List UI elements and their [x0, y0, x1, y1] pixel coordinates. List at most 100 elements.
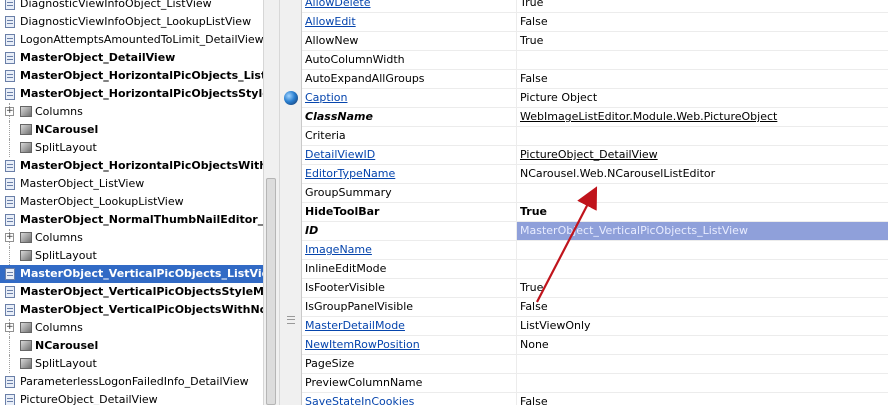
- property-name[interactable]: EditorTypeName: [305, 165, 513, 183]
- property-row[interactable]: ID MasterObject_VerticalPicObjects_ListVi…: [302, 222, 888, 241]
- property-row[interactable]: AllowEdit False: [302, 13, 888, 32]
- property-name[interactable]: Caption: [305, 89, 513, 107]
- tree-item[interactable]: MasterObject_VerticalPicObjectsWithNoI..…: [0, 301, 263, 319]
- tree-item[interactable]: MasterObject_HorizontalPicObjects_List..…: [0, 67, 263, 85]
- panel-splitter[interactable]: [279, 0, 302, 405]
- property-row[interactable]: ImageName: [302, 241, 888, 260]
- property-value[interactable]: False: [516, 298, 888, 316]
- property-value[interactable]: [516, 260, 888, 278]
- tree-item-label: MasterObject_HorizontalPicObjectsStyle..…: [20, 87, 263, 100]
- view-document-icon: [5, 304, 15, 316]
- property-row[interactable]: AutoExpandAllGroups False: [302, 70, 888, 89]
- tree-item[interactable]: DiagnosticViewInfoObject_ListView: [0, 0, 263, 13]
- property-row[interactable]: PageSize: [302, 355, 888, 374]
- model-tree[interactable]: DiagnosticViewInfoObject_ListView Diagnos…: [0, 0, 263, 405]
- tree-item[interactable]: + Columns: [0, 103, 263, 121]
- property-row[interactable]: PreviewColumnName: [302, 374, 888, 393]
- property-name[interactable]: ImageName: [305, 241, 513, 259]
- view-document-icon: [5, 0, 15, 10]
- property-name[interactable]: SaveStateInCookies: [305, 393, 513, 405]
- tree-item[interactable]: PictureObject_DetailView: [0, 391, 263, 405]
- tree-item-label: Columns: [35, 321, 83, 334]
- property-row[interactable]: NewItemRowPosition None: [302, 336, 888, 355]
- tree-item[interactable]: + Columns: [0, 229, 263, 247]
- property-name[interactable]: DetailViewID: [305, 146, 513, 164]
- property-name: AutoExpandAllGroups: [305, 72, 425, 85]
- property-value[interactable]: Picture Object: [516, 89, 888, 107]
- expand-icon[interactable]: +: [5, 107, 14, 116]
- tree-item[interactable]: MasterObject_HorizontalPicObjectsStyle..…: [0, 85, 263, 103]
- property-name: InlineEditMode: [305, 262, 387, 275]
- tree-item[interactable]: SplitLayout: [0, 355, 263, 373]
- property-name[interactable]: MasterDetailMode: [305, 317, 513, 335]
- tree-item[interactable]: DiagnosticViewInfoObject_LookupListView: [0, 13, 263, 31]
- property-row[interactable]: Criteria: [302, 127, 888, 146]
- view-document-icon: [5, 88, 15, 100]
- property-row[interactable]: EditorTypeName NCarousel.Web.NCarouselLis…: [302, 165, 888, 184]
- property-value[interactable]: PictureObject_DetailView: [516, 146, 888, 164]
- property-name[interactable]: AllowEdit: [305, 13, 513, 31]
- property-value[interactable]: [516, 127, 888, 145]
- property-name[interactable]: AllowDelete: [305, 0, 513, 12]
- property-row[interactable]: AutoColumnWidth: [302, 51, 888, 70]
- tree-item[interactable]: MasterObject_ListView: [0, 175, 263, 193]
- property-row[interactable]: HideToolBar True: [302, 203, 888, 222]
- property-value[interactable]: True: [516, 203, 888, 221]
- property-row[interactable]: Caption Picture Object: [302, 89, 888, 108]
- localization-globe-icon[interactable]: [284, 91, 298, 105]
- property-row[interactable]: GroupSummary: [302, 184, 888, 203]
- view-document-icon: [5, 214, 15, 226]
- property-name: HideToolBar: [305, 205, 380, 218]
- property-row[interactable]: InlineEditMode: [302, 260, 888, 279]
- tree-item[interactable]: + Columns: [0, 319, 263, 337]
- property-row[interactable]: DetailViewID PictureObject_DetailView: [302, 146, 888, 165]
- scrollbar-thumb[interactable]: [266, 178, 276, 405]
- property-value[interactable]: None: [516, 336, 888, 354]
- property-value[interactable]: [516, 355, 888, 373]
- property-value[interactable]: True: [516, 279, 888, 297]
- property-value[interactable]: ListViewOnly: [516, 317, 888, 335]
- property-row[interactable]: AllowNew True: [302, 32, 888, 51]
- property-value[interactable]: [516, 51, 888, 69]
- property-value[interactable]: MasterObject_VerticalPicObjects_ListView: [516, 222, 888, 240]
- property-value[interactable]: True: [516, 0, 888, 12]
- tree-vertical-scrollbar[interactable]: [263, 0, 279, 405]
- tree-item-label: MasterObject_NormalThumbNailEditor_L...: [20, 213, 263, 226]
- expand-icon[interactable]: +: [5, 233, 14, 242]
- tree-item[interactable]: MasterObject_DetailView: [0, 49, 263, 67]
- tree-item[interactable]: MasterObject_VerticalPicObjectsStyleM...: [0, 283, 263, 301]
- tree-item[interactable]: NCarousel: [0, 121, 263, 139]
- tree-item[interactable]: SplitLayout: [0, 247, 263, 265]
- property-name[interactable]: NewItemRowPosition: [305, 336, 513, 354]
- property-name: Criteria: [305, 129, 346, 142]
- property-value[interactable]: False: [516, 70, 888, 88]
- property-value[interactable]: NCarousel.Web.NCarouselListEditor: [516, 165, 888, 183]
- property-row[interactable]: IsFooterVisible True: [302, 279, 888, 298]
- tree-item[interactable]: LogonAttemptsAmountedToLimit_DetailView: [0, 31, 263, 49]
- tree-item[interactable]: MasterObject_HorizontalPicObjectsWith...: [0, 157, 263, 175]
- property-row[interactable]: SaveStateInCookies False: [302, 393, 888, 405]
- property-row[interactable]: AllowDelete True: [302, 0, 888, 13]
- tree-item[interactable]: MasterObject_VerticalPicObjects_ListView: [0, 265, 263, 283]
- tree-item[interactable]: SplitLayout: [0, 139, 263, 157]
- tree-item[interactable]: MasterObject_NormalThumbNailEditor_L...: [0, 211, 263, 229]
- tree-item[interactable]: MasterObject_LookupListView: [0, 193, 263, 211]
- property-grid[interactable]: AllowDelete True AllowEdit False AllowNew Tru…: [302, 0, 888, 405]
- property-value[interactable]: [516, 241, 888, 259]
- property-value[interactable]: True: [516, 32, 888, 50]
- splitter-grip-icon[interactable]: [287, 316, 295, 324]
- property-row[interactable]: ClassName WebImageListEditor.Module.Web.P…: [302, 108, 888, 127]
- property-value[interactable]: False: [516, 393, 888, 405]
- node-cube-icon: [20, 322, 32, 333]
- property-value[interactable]: False: [516, 13, 888, 31]
- property-value[interactable]: [516, 184, 888, 202]
- tree-item[interactable]: ParameterlessLogonFailedInfo_DetailView: [0, 373, 263, 391]
- property-value[interactable]: [516, 374, 888, 392]
- expand-icon[interactable]: +: [5, 323, 14, 332]
- property-name: IsGroupPanelVisible: [305, 300, 414, 313]
- property-value[interactable]: WebImageListEditor.Module.Web.PictureObj…: [516, 108, 888, 126]
- property-row[interactable]: IsGroupPanelVisible False: [302, 298, 888, 317]
- tree-item-label: MasterObject_VerticalPicObjectsStyleM...: [20, 285, 263, 298]
- tree-item[interactable]: NCarousel: [0, 337, 263, 355]
- property-row[interactable]: MasterDetailMode ListViewOnly: [302, 317, 888, 336]
